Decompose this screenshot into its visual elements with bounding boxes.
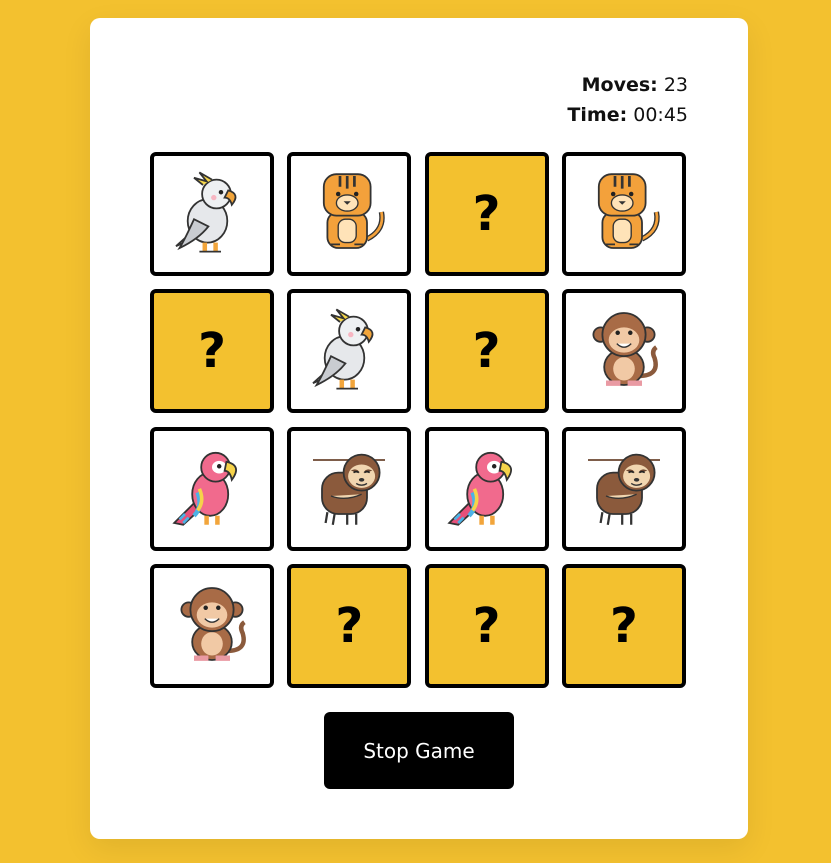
card-cockatoo[interactable]: [287, 289, 412, 414]
question-mark-icon: ?: [335, 597, 364, 654]
card-sloth[interactable]: [561, 426, 686, 551]
sloth-icon: [304, 442, 394, 536]
question-mark-icon: ?: [472, 323, 501, 380]
cockatoo-icon: [167, 167, 257, 261]
monkey-icon: [167, 579, 257, 673]
moves-stat: Moves: 23: [567, 70, 688, 100]
card-monkey[interactable]: [150, 563, 274, 688]
card-grid: ? ? ? ? ? ?: [150, 152, 688, 688]
moves-label: Moves:: [581, 74, 658, 96]
question-mark-icon: ?: [198, 323, 226, 380]
parrot-icon: [442, 442, 532, 536]
card-hidden[interactable]: ?: [561, 563, 686, 688]
card-hidden[interactable]: ?: [150, 289, 274, 414]
tiger-icon: [304, 167, 394, 261]
game-stats: Moves: 23 Time: 00:45: [567, 70, 688, 130]
moves-value: 23: [663, 74, 688, 96]
stop-game-button[interactable]: Stop Game: [324, 712, 514, 789]
card-hidden[interactable]: ?: [424, 289, 549, 414]
card-sloth[interactable]: [287, 426, 412, 551]
card-tiger[interactable]: [287, 152, 412, 276]
parrot-icon: [167, 442, 257, 536]
time-value: 00:45: [633, 104, 688, 126]
card-tiger[interactable]: [561, 152, 686, 276]
game-panel: Moves: 23 Time: 00:45 ? ? ? ? ? ? Stop G…: [90, 18, 748, 839]
tiger-icon: [579, 167, 669, 261]
card-hidden[interactable]: ?: [424, 152, 549, 276]
card-cockatoo[interactable]: [150, 152, 274, 276]
sloth-icon: [579, 442, 669, 536]
card-hidden[interactable]: ?: [424, 563, 549, 688]
card-parrot[interactable]: [150, 426, 274, 551]
monkey-icon: [579, 304, 669, 398]
question-mark-icon: ?: [472, 597, 501, 654]
card-monkey[interactable]: [561, 289, 686, 414]
card-parrot[interactable]: [424, 426, 549, 551]
question-mark-icon: ?: [609, 597, 638, 654]
question-mark-icon: ?: [472, 186, 501, 242]
cockatoo-icon: [304, 304, 394, 398]
time-stat: Time: 00:45: [567, 100, 688, 130]
time-label: Time:: [567, 104, 628, 126]
card-hidden[interactable]: ?: [287, 563, 412, 688]
